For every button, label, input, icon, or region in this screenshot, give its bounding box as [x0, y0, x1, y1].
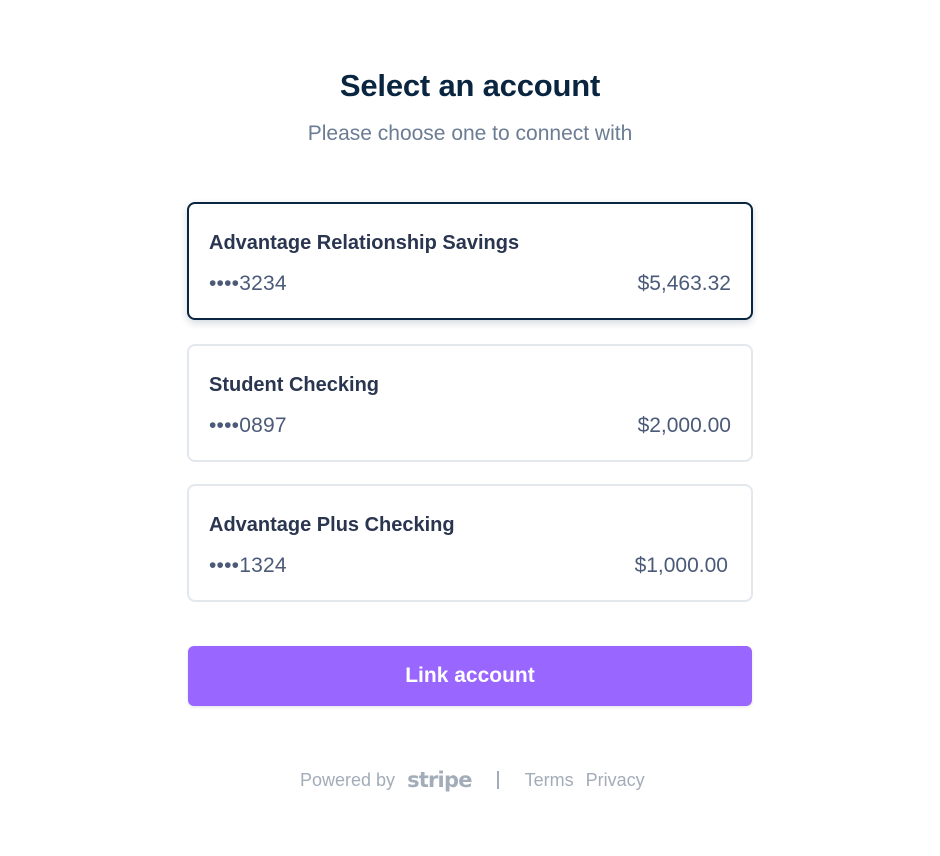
privacy-link[interactable]: Privacy [586, 770, 645, 791]
account-list: Advantage Relationship Savings ••••3234 … [187, 202, 753, 626]
footer-divider [496, 771, 499, 789]
stripe-logo[interactable]: stripe [407, 768, 472, 792]
account-name: Advantage Relationship Savings [209, 232, 520, 254]
account-number-mask: ••••1324 [209, 554, 287, 577]
account-balance: $2,000.00 [637, 414, 731, 437]
footer: Powered by stripe Terms Privacy [300, 766, 657, 794]
account-number-mask: ••••0897 [209, 414, 287, 437]
powered-by-label: Powered by [300, 769, 396, 790]
account-card-savings[interactable]: Advantage Relationship Savings ••••3234 … [187, 202, 753, 320]
account-name: Advantage Plus Checking [209, 514, 455, 536]
account-balance: $5,463.32 [637, 272, 731, 295]
link-account-button[interactable]: Link account [188, 646, 752, 706]
account-name: Student Checking [209, 374, 380, 396]
account-card-student-checking[interactable]: Student Checking ••••0897 $2,000.00 [187, 344, 753, 462]
page-title: Select an account [339, 68, 601, 103]
terms-link[interactable]: Terms [525, 770, 574, 791]
account-number-mask: ••••3234 [209, 272, 287, 295]
account-card-plus-checking[interactable]: Advantage Plus Checking ••••1324 $1,000.… [187, 484, 753, 602]
account-balance: $1,000.00 [634, 554, 728, 577]
page-subtitle: Please choose one to connect with [307, 122, 633, 145]
